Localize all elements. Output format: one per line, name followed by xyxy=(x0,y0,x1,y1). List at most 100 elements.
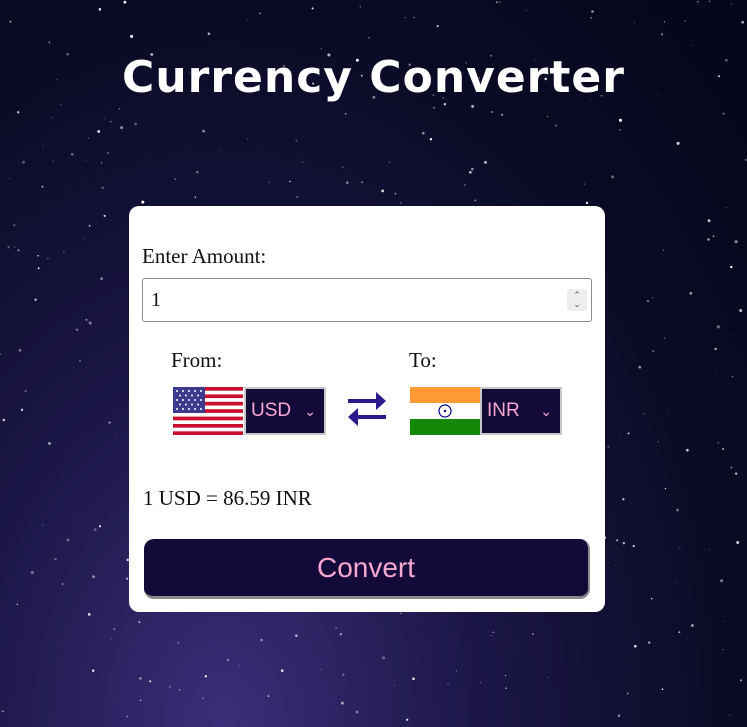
star xyxy=(652,350,655,353)
star xyxy=(57,640,59,641)
star xyxy=(47,258,49,260)
star xyxy=(676,581,678,583)
star xyxy=(108,421,111,424)
number-spinner[interactable]: ⌃ ⌄ xyxy=(567,289,587,311)
star xyxy=(202,697,204,700)
star xyxy=(585,201,589,205)
star xyxy=(24,389,27,392)
star xyxy=(22,160,25,164)
us-flag-icon xyxy=(173,387,243,435)
star xyxy=(717,442,720,444)
star xyxy=(638,365,642,369)
star xyxy=(689,292,693,295)
star xyxy=(406,718,409,721)
star xyxy=(490,634,492,636)
star xyxy=(17,249,20,252)
star xyxy=(741,20,744,24)
convert-button[interactable]: Convert xyxy=(144,539,590,599)
star xyxy=(732,335,734,337)
star xyxy=(52,160,54,162)
star xyxy=(280,669,284,672)
star xyxy=(335,627,337,629)
star xyxy=(394,685,395,687)
chevron-down-icon: ⌄ xyxy=(304,403,316,419)
star xyxy=(97,130,101,133)
star xyxy=(676,141,680,145)
star xyxy=(686,448,689,452)
star xyxy=(16,603,18,605)
star xyxy=(2,418,6,422)
swap-arrows-icon[interactable] xyxy=(344,389,390,429)
star xyxy=(707,238,710,241)
star xyxy=(413,16,415,19)
star xyxy=(342,166,344,168)
star xyxy=(207,32,211,36)
star xyxy=(652,297,654,299)
star xyxy=(361,181,363,184)
star xyxy=(247,138,249,140)
star xyxy=(174,178,176,180)
amount-input[interactable]: 1 ⌃ ⌄ xyxy=(142,278,592,322)
star xyxy=(9,177,11,179)
star xyxy=(75,328,79,331)
star xyxy=(130,34,134,38)
star xyxy=(740,679,742,682)
from-currency-value: USD xyxy=(251,400,292,421)
star xyxy=(238,665,240,667)
star xyxy=(421,131,425,135)
star xyxy=(590,16,593,19)
from-currency-select[interactable]: USD ⌄ xyxy=(244,387,326,435)
star xyxy=(260,638,263,642)
star xyxy=(220,149,222,150)
to-currency-select[interactable]: INR ⌄ xyxy=(480,387,562,435)
star xyxy=(643,413,645,415)
star xyxy=(5,140,6,142)
star xyxy=(619,128,621,131)
star xyxy=(169,686,171,688)
star xyxy=(495,1,498,4)
star xyxy=(91,669,95,672)
star xyxy=(735,472,738,475)
star xyxy=(722,112,725,115)
converter-card: Enter Amount: 1 ⌃ ⌄ From: To: USD ⌄ INR … xyxy=(129,206,605,612)
star xyxy=(18,349,22,352)
star xyxy=(289,180,291,183)
star xyxy=(100,277,103,281)
star xyxy=(125,577,129,580)
star xyxy=(720,579,724,583)
star xyxy=(359,6,361,8)
star xyxy=(301,161,304,164)
star xyxy=(134,122,137,126)
star xyxy=(42,524,44,526)
star xyxy=(634,22,636,24)
star xyxy=(339,633,342,636)
star xyxy=(525,10,527,12)
star xyxy=(66,538,70,542)
star xyxy=(483,160,488,164)
star xyxy=(48,441,51,445)
star xyxy=(92,575,95,579)
star xyxy=(30,570,34,575)
star xyxy=(227,658,230,661)
star xyxy=(727,128,729,130)
star xyxy=(88,321,92,325)
star xyxy=(259,12,261,14)
star xyxy=(342,673,345,676)
star xyxy=(87,613,91,616)
star xyxy=(730,3,732,5)
spinner-down-icon[interactable]: ⌄ xyxy=(573,300,581,309)
star xyxy=(443,103,447,106)
star xyxy=(725,207,727,209)
star xyxy=(736,541,740,544)
star xyxy=(554,124,558,127)
star xyxy=(400,612,402,615)
star xyxy=(79,360,81,362)
star xyxy=(37,255,39,257)
star xyxy=(93,528,97,532)
star xyxy=(611,175,615,179)
star xyxy=(123,0,127,4)
star xyxy=(295,634,298,637)
star xyxy=(99,525,102,528)
star xyxy=(106,152,109,155)
star xyxy=(389,162,390,163)
